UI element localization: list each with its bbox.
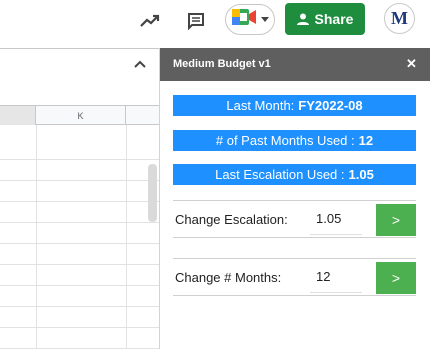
change-escalation-input[interactable] xyxy=(310,203,362,235)
column-header-row: K xyxy=(0,105,159,125)
past-months-value: 12 xyxy=(358,133,374,148)
trending-up-icon[interactable] xyxy=(136,7,164,35)
last-month-value: FY2022-08 xyxy=(298,98,363,113)
chevron-down-icon xyxy=(261,16,269,22)
share-button[interactable]: Share xyxy=(285,3,365,35)
chevron-up-icon xyxy=(134,60,146,68)
grid-line xyxy=(0,243,159,244)
avatar-letter: M xyxy=(391,8,408,28)
past-months-banner: # of Past Months Used : 12 xyxy=(173,130,416,151)
grid-line xyxy=(0,180,159,181)
column-header-selected[interactable] xyxy=(0,106,36,125)
grid-line xyxy=(0,159,159,160)
grid-line xyxy=(0,327,159,328)
google-meet-button[interactable] xyxy=(225,4,275,35)
grid-line xyxy=(0,285,159,286)
column-label: K xyxy=(77,110,84,121)
change-escalation-label: Change Escalation: xyxy=(175,212,288,227)
chevron-right-icon: > xyxy=(391,212,401,228)
column-header-k[interactable]: K xyxy=(36,106,126,125)
last-escalation-value: 1.05 xyxy=(348,167,374,182)
change-months-row: Change # Months: > xyxy=(173,258,416,296)
close-icon[interactable]: ✕ xyxy=(406,56,417,72)
last-escalation-banner: Last Escalation Used : 1.05 xyxy=(173,164,416,185)
last-month-banner: Last Month: FY2022-08 xyxy=(173,95,416,116)
collapse-button[interactable] xyxy=(130,54,150,74)
divider xyxy=(0,48,159,49)
comment-icon[interactable] xyxy=(182,7,210,35)
grid-line xyxy=(0,264,159,265)
change-escalation-row: Change Escalation: > xyxy=(173,200,416,238)
vertical-scrollbar[interactable] xyxy=(148,164,157,222)
person-icon xyxy=(296,13,309,25)
app-root: Share M K Medium Budget v1 ✕ Last Month:… xyxy=(0,0,430,349)
chevron-right-icon: > xyxy=(391,270,401,286)
change-months-submit-button[interactable]: > xyxy=(376,262,416,294)
sidebar-panel: Medium Budget v1 ✕ Last Month: FY2022-08… xyxy=(160,48,430,349)
sidebar-title: Medium Budget v1 xyxy=(173,58,271,70)
grid-line xyxy=(0,306,159,307)
change-months-input[interactable] xyxy=(310,261,362,293)
grid-line xyxy=(0,222,159,223)
spreadsheet-area: K xyxy=(0,48,160,349)
sidebar-header: Medium Budget v1 ✕ xyxy=(160,48,430,81)
grid-line xyxy=(0,201,159,202)
change-escalation-submit-button[interactable]: > xyxy=(376,204,416,236)
last-month-label: Last Month: xyxy=(226,98,295,113)
last-escalation-label: Last Escalation Used : xyxy=(215,167,345,182)
change-months-label: Change # Months: xyxy=(175,270,282,285)
avatar[interactable]: M xyxy=(384,3,415,34)
past-months-label: # of Past Months Used : xyxy=(215,133,355,148)
share-label: Share xyxy=(314,11,354,27)
google-meet-icon xyxy=(231,7,259,32)
top-toolbar: Share M xyxy=(0,0,430,48)
